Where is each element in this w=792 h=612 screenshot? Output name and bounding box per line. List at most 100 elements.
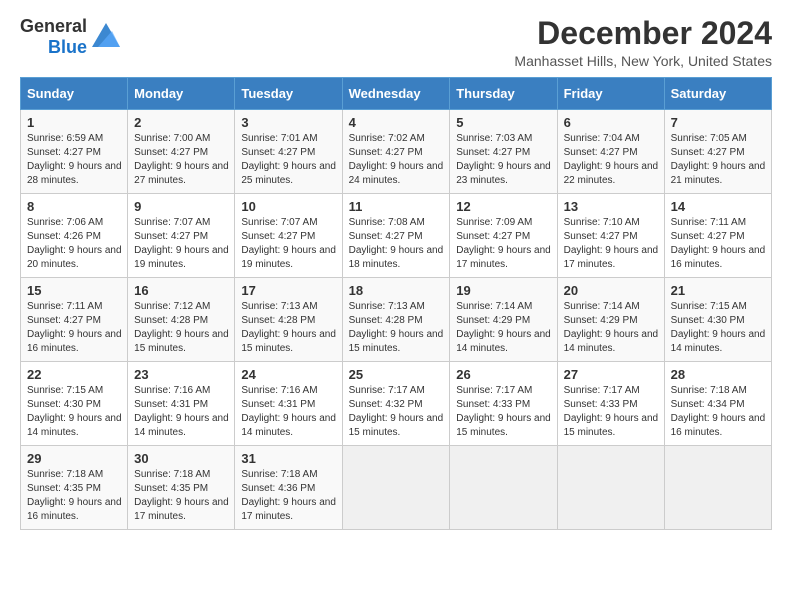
- day-cell: 31 Sunrise: 7:18 AMSunset: 4:36 PMDaylig…: [235, 446, 342, 530]
- day-number: 20: [564, 283, 659, 298]
- day-number: 21: [671, 283, 766, 298]
- day-number: 12: [456, 199, 551, 214]
- day-number: 2: [134, 115, 229, 130]
- day-info: Sunrise: 7:16 AMSunset: 4:31 PMDaylight:…: [241, 385, 336, 438]
- day-number: 14: [671, 199, 766, 214]
- day-info: Sunrise: 7:13 AMSunset: 4:28 PMDaylight:…: [241, 301, 336, 354]
- day-info: Sunrise: 7:14 AMSunset: 4:29 PMDaylight:…: [456, 301, 551, 354]
- day-info: Sunrise: 7:16 AMSunset: 4:31 PMDaylight:…: [134, 385, 229, 438]
- day-number: 31: [241, 451, 336, 466]
- day-number: 7: [671, 115, 766, 130]
- weekday-header-friday: Friday: [557, 78, 664, 110]
- day-number: 18: [349, 283, 445, 298]
- day-info: Sunrise: 7:07 AMSunset: 4:27 PMDaylight:…: [134, 217, 229, 270]
- day-cell: 4 Sunrise: 7:02 AMSunset: 4:27 PMDayligh…: [342, 110, 450, 194]
- day-number: 29: [27, 451, 122, 466]
- day-number: 10: [241, 199, 336, 214]
- day-cell: 18 Sunrise: 7:13 AMSunset: 4:28 PMDaylig…: [342, 278, 450, 362]
- weekday-header-sunday: Sunday: [21, 78, 128, 110]
- logo-text-general: General: [20, 16, 87, 37]
- day-info: Sunrise: 7:11 AMSunset: 4:27 PMDaylight:…: [27, 301, 122, 354]
- day-info: Sunrise: 7:17 AMSunset: 4:33 PMDaylight:…: [456, 385, 551, 438]
- day-cell: 25 Sunrise: 7:17 AMSunset: 4:32 PMDaylig…: [342, 362, 450, 446]
- page-header: General Blue December 2024 Manhasset Hil…: [20, 16, 772, 69]
- day-number: 5: [456, 115, 551, 130]
- day-cell: 28 Sunrise: 7:18 AMSunset: 4:34 PMDaylig…: [664, 362, 771, 446]
- day-cell: 19 Sunrise: 7:14 AMSunset: 4:29 PMDaylig…: [450, 278, 557, 362]
- day-info: Sunrise: 7:02 AMSunset: 4:27 PMDaylight:…: [349, 133, 444, 186]
- day-cell: 29 Sunrise: 7:18 AMSunset: 4:35 PMDaylig…: [21, 446, 128, 530]
- day-info: Sunrise: 7:01 AMSunset: 4:27 PMDaylight:…: [241, 133, 336, 186]
- day-number: 24: [241, 367, 336, 382]
- week-row-4: 22 Sunrise: 7:15 AMSunset: 4:30 PMDaylig…: [21, 362, 772, 446]
- day-cell: [450, 446, 557, 530]
- week-row-1: 1 Sunrise: 6:59 AMSunset: 4:27 PMDayligh…: [21, 110, 772, 194]
- day-cell: 11 Sunrise: 7:08 AMSunset: 4:27 PMDaylig…: [342, 194, 450, 278]
- day-info: Sunrise: 7:15 AMSunset: 4:30 PMDaylight:…: [671, 301, 766, 354]
- day-cell: 8 Sunrise: 7:06 AMSunset: 4:26 PMDayligh…: [21, 194, 128, 278]
- day-number: 9: [134, 199, 229, 214]
- day-number: 22: [27, 367, 122, 382]
- day-number: 30: [134, 451, 229, 466]
- logo: General Blue: [20, 16, 120, 57]
- day-info: Sunrise: 7:03 AMSunset: 4:27 PMDaylight:…: [456, 133, 551, 186]
- logo-text-blue: Blue: [48, 37, 87, 58]
- day-number: 6: [564, 115, 659, 130]
- day-info: Sunrise: 7:09 AMSunset: 4:27 PMDaylight:…: [456, 217, 551, 270]
- day-number: 17: [241, 283, 336, 298]
- day-info: Sunrise: 6:59 AMSunset: 4:27 PMDaylight:…: [27, 133, 122, 186]
- weekday-header-tuesday: Tuesday: [235, 78, 342, 110]
- day-info: Sunrise: 7:04 AMSunset: 4:27 PMDaylight:…: [564, 133, 659, 186]
- day-number: 28: [671, 367, 766, 382]
- day-info: Sunrise: 7:12 AMSunset: 4:28 PMDaylight:…: [134, 301, 229, 354]
- title-area: December 2024 Manhasset Hills, New York,…: [514, 16, 772, 69]
- day-cell: [557, 446, 664, 530]
- location-title: Manhasset Hills, New York, United States: [514, 53, 772, 69]
- day-info: Sunrise: 7:10 AMSunset: 4:27 PMDaylight:…: [564, 217, 659, 270]
- day-info: Sunrise: 7:18 AMSunset: 4:36 PMDaylight:…: [241, 469, 336, 522]
- day-number: 15: [27, 283, 122, 298]
- day-cell: 13 Sunrise: 7:10 AMSunset: 4:27 PMDaylig…: [557, 194, 664, 278]
- day-cell: 22 Sunrise: 7:15 AMSunset: 4:30 PMDaylig…: [21, 362, 128, 446]
- day-info: Sunrise: 7:11 AMSunset: 4:27 PMDaylight:…: [671, 217, 766, 270]
- day-cell: 10 Sunrise: 7:07 AMSunset: 4:27 PMDaylig…: [235, 194, 342, 278]
- day-info: Sunrise: 7:17 AMSunset: 4:32 PMDaylight:…: [349, 385, 444, 438]
- week-row-2: 8 Sunrise: 7:06 AMSunset: 4:26 PMDayligh…: [21, 194, 772, 278]
- day-info: Sunrise: 7:18 AMSunset: 4:35 PMDaylight:…: [134, 469, 229, 522]
- day-cell: 23 Sunrise: 7:16 AMSunset: 4:31 PMDaylig…: [128, 362, 235, 446]
- day-info: Sunrise: 7:14 AMSunset: 4:29 PMDaylight:…: [564, 301, 659, 354]
- day-number: 25: [349, 367, 445, 382]
- logo-icon: [92, 23, 120, 52]
- day-cell: 6 Sunrise: 7:04 AMSunset: 4:27 PMDayligh…: [557, 110, 664, 194]
- day-cell: 3 Sunrise: 7:01 AMSunset: 4:27 PMDayligh…: [235, 110, 342, 194]
- day-cell: 17 Sunrise: 7:13 AMSunset: 4:28 PMDaylig…: [235, 278, 342, 362]
- day-cell: 1 Sunrise: 6:59 AMSunset: 4:27 PMDayligh…: [21, 110, 128, 194]
- day-info: Sunrise: 7:15 AMSunset: 4:30 PMDaylight:…: [27, 385, 122, 438]
- day-cell: 21 Sunrise: 7:15 AMSunset: 4:30 PMDaylig…: [664, 278, 771, 362]
- day-number: 26: [456, 367, 551, 382]
- day-cell: 27 Sunrise: 7:17 AMSunset: 4:33 PMDaylig…: [557, 362, 664, 446]
- weekday-header-wednesday: Wednesday: [342, 78, 450, 110]
- day-cell: 2 Sunrise: 7:00 AMSunset: 4:27 PMDayligh…: [128, 110, 235, 194]
- day-cell: 20 Sunrise: 7:14 AMSunset: 4:29 PMDaylig…: [557, 278, 664, 362]
- day-number: 23: [134, 367, 229, 382]
- day-number: 1: [27, 115, 122, 130]
- week-row-3: 15 Sunrise: 7:11 AMSunset: 4:27 PMDaylig…: [21, 278, 772, 362]
- day-cell: 7 Sunrise: 7:05 AMSunset: 4:27 PMDayligh…: [664, 110, 771, 194]
- day-cell: 9 Sunrise: 7:07 AMSunset: 4:27 PMDayligh…: [128, 194, 235, 278]
- day-cell: [664, 446, 771, 530]
- day-number: 13: [564, 199, 659, 214]
- day-cell: 26 Sunrise: 7:17 AMSunset: 4:33 PMDaylig…: [450, 362, 557, 446]
- day-number: 11: [349, 199, 445, 214]
- day-cell: 15 Sunrise: 7:11 AMSunset: 4:27 PMDaylig…: [21, 278, 128, 362]
- weekday-header-saturday: Saturday: [664, 78, 771, 110]
- day-cell: 12 Sunrise: 7:09 AMSunset: 4:27 PMDaylig…: [450, 194, 557, 278]
- day-cell: [342, 446, 450, 530]
- day-info: Sunrise: 7:07 AMSunset: 4:27 PMDaylight:…: [241, 217, 336, 270]
- day-info: Sunrise: 7:18 AMSunset: 4:34 PMDaylight:…: [671, 385, 766, 438]
- day-info: Sunrise: 7:08 AMSunset: 4:27 PMDaylight:…: [349, 217, 444, 270]
- day-info: Sunrise: 7:17 AMSunset: 4:33 PMDaylight:…: [564, 385, 659, 438]
- weekday-header-monday: Monday: [128, 78, 235, 110]
- calendar-table: SundayMondayTuesdayWednesdayThursdayFrid…: [20, 77, 772, 530]
- day-info: Sunrise: 7:00 AMSunset: 4:27 PMDaylight:…: [134, 133, 229, 186]
